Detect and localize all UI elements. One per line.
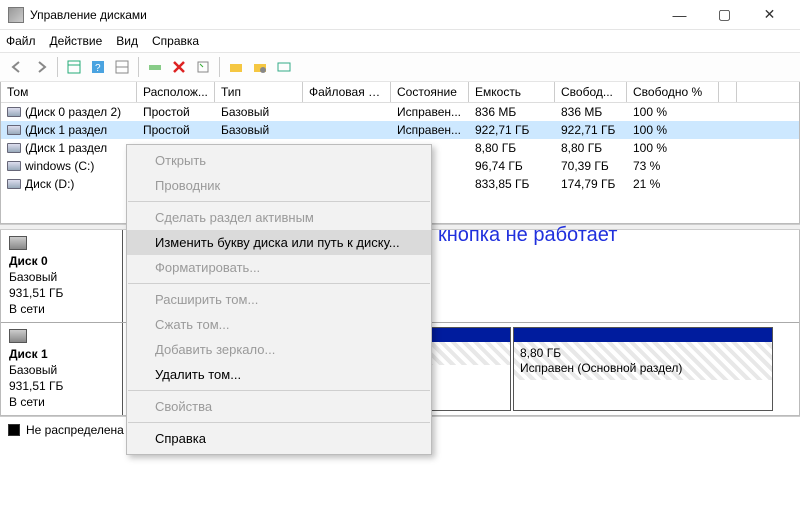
menu-file[interactable]: Файл <box>6 34 36 48</box>
ctx-explorer[interactable]: Проводник <box>127 173 431 198</box>
minimize-button[interactable]: — <box>657 1 702 29</box>
help-icon[interactable]: ? <box>87 56 109 78</box>
delete-icon[interactable] <box>168 56 190 78</box>
volume-icon <box>7 179 21 189</box>
menu-action[interactable]: Действие <box>50 34 103 48</box>
col-volume[interactable]: Том <box>1 82 137 102</box>
disk-icon <box>9 329 27 343</box>
menubar: Файл Действие Вид Справка <box>0 30 800 52</box>
menu-help[interactable]: Справка <box>152 34 199 48</box>
ctx-change-letter[interactable]: Изменить букву диска или путь к диску... <box>127 230 431 255</box>
view-detail-icon[interactable] <box>111 56 133 78</box>
col-spacer <box>719 82 737 102</box>
partition[interactable]: 8,80 ГБИсправен (Основной раздел) <box>513 327 773 411</box>
back-button[interactable] <box>6 56 28 78</box>
ctx-delete[interactable]: Удалить том... <box>127 362 431 387</box>
col-layout[interactable]: Располож... <box>137 82 215 102</box>
svg-text:?: ? <box>95 63 101 74</box>
ctx-open[interactable]: Открыть <box>127 148 431 173</box>
settings-icon[interactable] <box>273 56 295 78</box>
col-free[interactable]: Свобод... <box>555 82 627 102</box>
menu-view[interactable]: Вид <box>116 34 138 48</box>
volume-icon <box>7 161 21 171</box>
col-fs[interactable]: Файловая с... <box>303 82 391 102</box>
folder-icon[interactable] <box>225 56 247 78</box>
ctx-properties[interactable]: Свойства <box>127 394 431 419</box>
legend-unallocated: Не распределена <box>8 423 124 437</box>
volume-icon <box>7 125 21 135</box>
properties-icon[interactable] <box>192 56 214 78</box>
ctx-help[interactable]: Справка <box>127 426 431 451</box>
col-capacity[interactable]: Емкость <box>469 82 555 102</box>
toolbar: ? <box>0 52 800 82</box>
view-list-icon[interactable] <box>63 56 85 78</box>
ctx-mirror[interactable]: Добавить зеркало... <box>127 337 431 362</box>
user-annotation: кнопка не работает <box>438 224 617 247</box>
disk-icon <box>9 236 27 250</box>
ctx-format[interactable]: Форматировать... <box>127 255 431 280</box>
forward-button[interactable] <box>30 56 52 78</box>
table-row[interactable]: (Диск 0 раздел 2)ПростойБазовыйИсправен.… <box>1 103 799 121</box>
maximize-button[interactable]: ▢ <box>702 1 747 29</box>
titlebar: Управление дисками — ▢ ✕ <box>0 0 800 30</box>
context-menu: Открыть Проводник Сделать раздел активны… <box>126 144 432 455</box>
window-title: Управление дисками <box>30 8 657 22</box>
folder-gear-icon[interactable] <box>249 56 271 78</box>
refresh-icon[interactable] <box>144 56 166 78</box>
col-type[interactable]: Тип <box>215 82 303 102</box>
volume-icon <box>7 107 21 117</box>
app-icon <box>8 7 24 23</box>
table-row[interactable]: (Диск 1 раздел ПростойБазовыйИсправен...… <box>1 121 799 139</box>
disk-info[interactable]: Диск 0Базовый931,51 ГБВ сети <box>1 230 123 322</box>
col-freepct[interactable]: Свободно % <box>627 82 719 102</box>
close-button[interactable]: ✕ <box>747 1 792 29</box>
volume-icon <box>7 143 21 153</box>
ctx-extend[interactable]: Расширить том... <box>127 287 431 312</box>
ctx-active[interactable]: Сделать раздел активным <box>127 205 431 230</box>
disk-info[interactable]: Диск 1Базовый931,51 ГБВ сети <box>1 323 123 415</box>
col-status[interactable]: Состояние <box>391 82 469 102</box>
table-header: Том Располож... Тип Файловая с... Состоя… <box>1 82 799 103</box>
ctx-shrink[interactable]: Сжать том... <box>127 312 431 337</box>
